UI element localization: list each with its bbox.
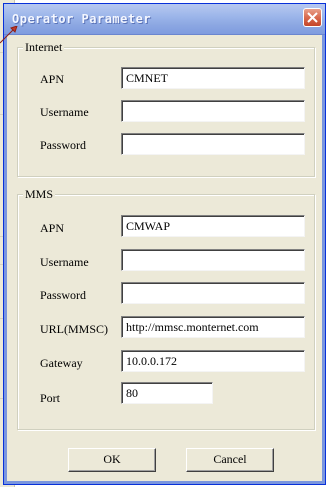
internet-group: Internet APN CMNET Username Password	[17, 40, 315, 177]
close-icon	[307, 12, 318, 23]
mms-username-label: Username	[40, 255, 89, 269]
close-button[interactable]	[303, 8, 322, 27]
internet-password-label: Password	[40, 138, 87, 152]
mms-legend: MMS	[23, 187, 56, 201]
internet-apn-field[interactable]: CMNET	[121, 67, 305, 89]
operator-parameter-dialog: Operator Parameter Internet APN CMNET Us…	[3, 3, 326, 485]
internet-apn-label: APN	[40, 72, 65, 86]
mms-group: MMS APN CMWAP Username Password URL(MMSC…	[17, 187, 315, 430]
internet-password-field[interactable]	[121, 133, 305, 155]
mms-password-field[interactable]	[121, 282, 305, 304]
title-bar[interactable]: Operator Parameter	[4, 4, 325, 35]
cancel-button[interactable]: Cancel	[186, 448, 274, 472]
mms-username-field[interactable]	[121, 249, 305, 271]
mms-gateway-field[interactable]: 10.0.0.172	[121, 350, 305, 372]
mms-gateway-label: Gateway	[40, 356, 83, 370]
mms-port-field[interactable]: 80	[121, 382, 213, 404]
internet-legend: Internet	[23, 40, 65, 54]
dialog-title: Operator Parameter	[12, 12, 152, 26]
internet-username-label: Username	[40, 105, 89, 119]
mms-apn-field[interactable]: CMWAP	[121, 215, 305, 237]
arrow-pointer-icon	[0, 26, 18, 44]
internet-username-field[interactable]	[121, 100, 305, 122]
mms-apn-label: APN	[40, 221, 65, 235]
mms-url-field[interactable]: http://mmsc.monternet.com	[121, 316, 305, 338]
mms-port-label: Port	[40, 391, 61, 405]
ok-button[interactable]: OK	[68, 448, 156, 472]
mms-url-label: URL(MMSC)	[40, 322, 109, 336]
mms-password-label: Password	[40, 288, 87, 302]
